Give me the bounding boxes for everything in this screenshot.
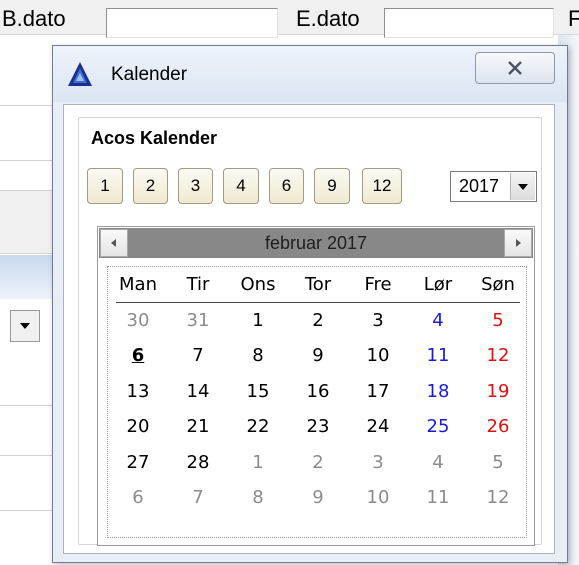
calendar-day[interactable]: 1 — [228, 445, 288, 481]
shortcut-button-6[interactable]: 6 — [269, 168, 304, 204]
dialog-content: Acos Kalender 1 2 3 4 6 9 12 2017 februa… — [63, 104, 555, 554]
dialog-title: Kalender — [111, 64, 188, 85]
calendar-day[interactable]: 12 — [468, 338, 528, 374]
calendar-day[interactable]: 30 — [108, 303, 168, 339]
calendar-day[interactable]: 1 — [228, 303, 288, 339]
calendar-day[interactable]: 11 — [408, 338, 468, 374]
background-toolbar: B.dato E.dato F — [0, 0, 579, 38]
calendar-day[interactable]: 15 — [228, 374, 288, 410]
calendar-day[interactable]: 9 — [288, 338, 348, 374]
calendar-day[interactable]: 14 — [168, 374, 228, 410]
calendar-header: februar 2017 — [99, 228, 533, 258]
weekday-header: Ons — [240, 274, 276, 296]
month-calendar: februar 2017 Man Tir Ons Tor Fre Lør Søn 30 31 1 2… — [97, 226, 535, 546]
year-value: 2017 — [459, 176, 500, 196]
weekday-header: Man — [119, 274, 157, 296]
calendar-day[interactable]: 5 — [468, 303, 528, 339]
calendar-day[interactable]: 16 — [288, 374, 348, 410]
row-divider — [0, 105, 60, 106]
calendar-day[interactable]: 27 — [108, 445, 168, 481]
calendar-day[interactable]: 3 — [348, 303, 408, 339]
calendar-day[interactable]: 21 — [168, 409, 228, 445]
chevron-right-icon — [516, 239, 521, 247]
chevron-left-icon — [111, 239, 116, 247]
weekday-header: Lør — [423, 274, 453, 296]
b-dato-label: B.dato — [2, 6, 66, 31]
row-divider — [0, 455, 60, 456]
acos-kalender-group: Acos Kalender 1 2 3 4 6 9 12 2017 februa… — [78, 117, 542, 546]
calendar-day[interactable]: 13 — [108, 374, 168, 410]
chevron-down-icon — [518, 183, 528, 190]
weekday-header: Tor — [304, 274, 332, 296]
weekday-header: Tir — [186, 274, 210, 296]
calendar-day[interactable]: 4 — [408, 445, 468, 481]
weekday-separator — [116, 302, 520, 303]
shortcut-button-3[interactable]: 3 — [178, 168, 213, 204]
calendar-day[interactable]: 4 — [408, 303, 468, 339]
calendar-day[interactable]: 28 — [168, 445, 228, 481]
shortcut-button-12[interactable]: 12 — [362, 168, 402, 204]
acos-logo-icon — [68, 62, 92, 86]
b-dato-input[interactable] — [106, 8, 278, 38]
background-dropdown[interactable] — [10, 310, 40, 342]
calendar-day[interactable]: 31 — [168, 303, 228, 339]
shortcut-button-2[interactable]: 2 — [133, 168, 168, 204]
calendar-day[interactable]: 12 — [468, 480, 528, 516]
background-band — [0, 255, 60, 299]
calendar-day[interactable]: 25 — [408, 409, 468, 445]
row-divider — [0, 160, 60, 161]
close-button[interactable] — [475, 52, 555, 84]
calendar-day[interactable]: 2 — [288, 303, 348, 339]
calendar-day[interactable]: 8 — [228, 480, 288, 516]
calendar-day[interactable]: 5 — [468, 445, 528, 481]
title-bar[interactable]: Kalender — [53, 46, 567, 102]
calendar-day[interactable]: 2 — [288, 445, 348, 481]
month-label: februar 2017 — [264, 233, 368, 253]
calendar-day[interactable]: 6 — [108, 480, 168, 516]
group-title: Acos Kalender — [91, 128, 218, 148]
e-dato-input[interactable] — [384, 8, 554, 38]
calendar-body: Man Tir Ons Tor Fre Lør Søn 30 31 1 2 3 4 5 6 7 8 9 10 11 12… — [107, 266, 527, 538]
calendar-day[interactable]: 22 — [228, 409, 288, 445]
calendar-day[interactable]: 23 — [288, 409, 348, 445]
calendar-day[interactable]: 3 — [348, 445, 408, 481]
shortcut-button-1[interactable]: 1 — [87, 168, 123, 204]
shortcut-button-9[interactable]: 9 — [314, 168, 350, 204]
calendar-day[interactable]: 10 — [348, 338, 408, 374]
calendar-day[interactable]: 18 — [408, 374, 468, 410]
calendar-day[interactable]: 7 — [168, 480, 228, 516]
calendar-day[interactable]: 8 — [228, 338, 288, 374]
calendar-day[interactable]: 10 — [348, 480, 408, 516]
calendar-day[interactable]: 11 — [408, 480, 468, 516]
kalender-dialog: Kalender Acos Kalender 1 2 3 4 6 9 12 20… — [52, 45, 568, 563]
previous-month-button[interactable] — [100, 229, 128, 257]
calendar-day[interactable]: 7 — [168, 338, 228, 374]
calendar-day[interactable]: 19 — [468, 374, 528, 410]
calendar-day[interactable]: 24 — [348, 409, 408, 445]
calendar-day[interactable]: 20 — [108, 409, 168, 445]
weekday-header: Fre — [364, 274, 392, 296]
row-divider — [0, 405, 60, 406]
row-divider — [0, 510, 60, 511]
calendar-day-today[interactable]: 6 — [108, 338, 168, 374]
year-select[interactable]: 2017 — [450, 171, 537, 202]
background-panel — [0, 35, 60, 565]
next-month-button[interactable] — [504, 229, 532, 257]
cut-label: F — [568, 6, 579, 31]
shortcut-button-4[interactable]: 4 — [223, 168, 259, 204]
chevron-down-icon — [20, 323, 30, 329]
calendar-day[interactable]: 26 — [468, 409, 528, 445]
background-band — [0, 190, 60, 254]
calendar-day[interactable]: 9 — [288, 480, 348, 516]
year-dropdown-button[interactable] — [510, 173, 535, 200]
weekday-header: Søn — [481, 274, 515, 296]
e-dato-label: E.dato — [296, 6, 360, 31]
close-icon — [508, 61, 522, 75]
calendar-grid: Man Tir Ons Tor Fre Lør Søn 30 31 1 2 3 4 5 6 7 8 9 10 11 12… — [108, 267, 528, 516]
calendar-day[interactable]: 17 — [348, 374, 408, 410]
